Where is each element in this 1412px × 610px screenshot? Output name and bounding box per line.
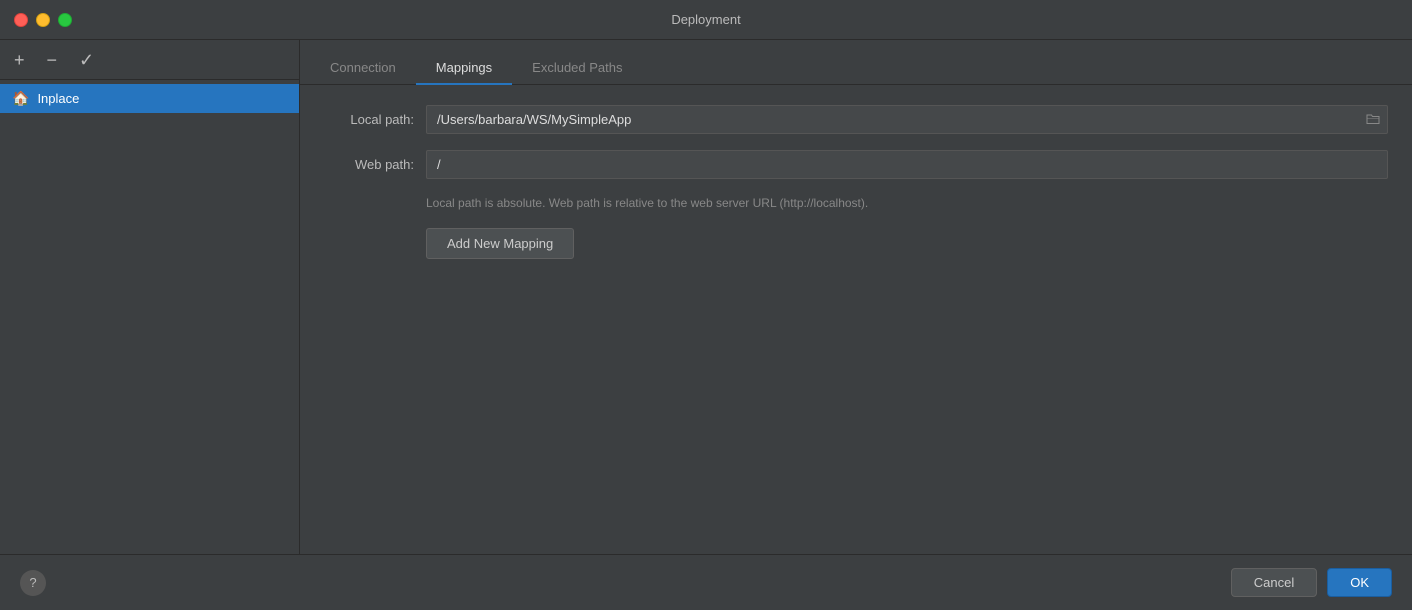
ok-button[interactable]: OK [1327, 568, 1392, 597]
tabs: Connection Mappings Excluded Paths [300, 40, 1412, 85]
window-controls [14, 13, 72, 27]
home-icon: 🏠 [12, 90, 29, 107]
maximize-button[interactable] [58, 13, 72, 27]
add-server-button[interactable]: + [10, 49, 29, 71]
web-path-input-wrapper [426, 150, 1388, 179]
minimize-button[interactable] [36, 13, 50, 27]
footer-right: Cancel OK [1231, 568, 1392, 597]
sidebar-item-inplace[interactable]: 🏠 Inplace [0, 84, 299, 113]
sidebar-item-label: Inplace [37, 91, 79, 106]
tab-mappings[interactable]: Mappings [416, 52, 512, 85]
local-path-input-wrapper [426, 105, 1388, 134]
browse-local-path-button[interactable] [1364, 110, 1382, 130]
local-path-input[interactable] [426, 105, 1388, 134]
web-path-row: Web path: [324, 150, 1388, 179]
right-panel: Connection Mappings Excluded Paths Local… [300, 40, 1412, 554]
sidebar: + − ✓ 🏠 Inplace [0, 40, 300, 554]
hint-text: Local path is absolute. Web path is rela… [324, 195, 1388, 212]
sidebar-toolbar: + − ✓ [0, 40, 299, 80]
footer-left: ? [20, 570, 46, 596]
web-path-label: Web path: [324, 157, 414, 172]
local-path-label: Local path: [324, 112, 414, 127]
main-layout: + − ✓ 🏠 Inplace Connection Mappings Excl… [0, 40, 1412, 554]
content-area: Local path: Web path: [300, 85, 1412, 554]
sidebar-items: 🏠 Inplace [0, 80, 299, 554]
close-button[interactable] [14, 13, 28, 27]
help-button[interactable]: ? [20, 570, 46, 596]
add-new-mapping-button[interactable]: Add New Mapping [426, 228, 574, 259]
footer: ? Cancel OK [0, 554, 1412, 610]
tab-excluded-paths[interactable]: Excluded Paths [512, 52, 642, 85]
titlebar: Deployment [0, 0, 1412, 40]
cancel-button[interactable]: Cancel [1231, 568, 1317, 597]
remove-server-button[interactable]: − [43, 49, 62, 71]
web-path-input[interactable] [426, 150, 1388, 179]
tab-connection[interactable]: Connection [310, 52, 416, 85]
check-button[interactable]: ✓ [75, 49, 98, 71]
local-path-row: Local path: [324, 105, 1388, 134]
window-title: Deployment [671, 12, 740, 27]
